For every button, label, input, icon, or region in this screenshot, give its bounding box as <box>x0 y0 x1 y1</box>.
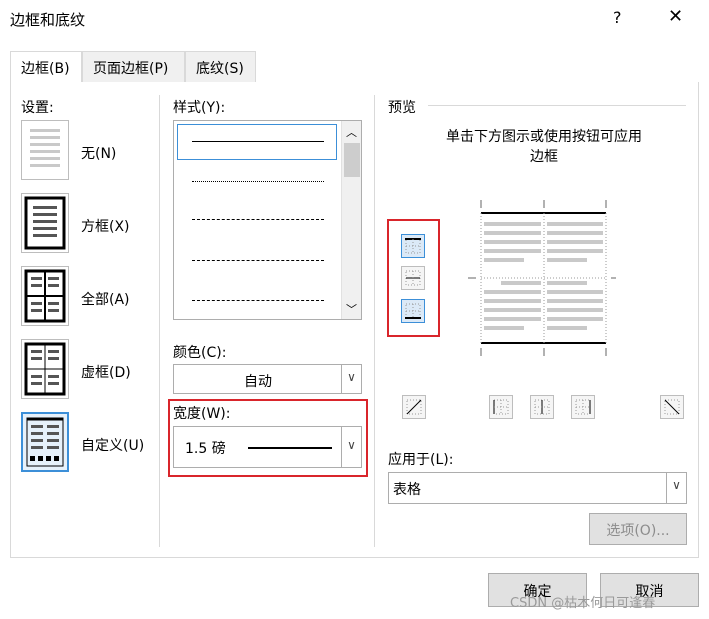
style-scrollbar[interactable]: ︿ ﹀ <box>341 121 361 319</box>
preview-table-icon <box>468 200 619 356</box>
top-border-icon[interactable] <box>401 234 425 258</box>
box-preview-icon <box>24 196 66 250</box>
style-label: 样式(Y): <box>173 100 226 116</box>
watermark: CSDN @枯木何日可逢春 <box>510 596 656 611</box>
apply-to-label: 应用于(L): <box>388 452 454 468</box>
setting-grid-icon[interactable] <box>21 339 69 399</box>
style-solid-line[interactable] <box>192 141 324 142</box>
left-border-icon[interactable] <box>489 395 513 419</box>
preview-heading: 预览 <box>388 100 416 116</box>
color-value: 自动 <box>244 374 272 390</box>
close-button[interactable]: ✕ <box>668 6 683 27</box>
color-dropdown[interactable]: 自动 ∨ <box>173 364 362 394</box>
help-button[interactable]: ? <box>613 8 622 27</box>
apply-to-dropdown[interactable]: 表格 ∨ <box>388 472 687 504</box>
setting-grid-label[interactable]: 虚框(D) <box>81 362 131 382</box>
apply-to-value: 表格 <box>393 482 421 498</box>
width-label: 宽度(W): <box>173 406 231 422</box>
dialog-title: 边框和底纹 <box>10 11 86 29</box>
color-label: 颜色(C): <box>173 345 227 361</box>
setting-all-label[interactable]: 全部(A) <box>81 289 130 309</box>
chevron-down-icon[interactable]: ∨ <box>666 473 686 503</box>
style-dash-dot-line[interactable] <box>192 300 324 301</box>
separator-left <box>159 95 160 547</box>
setting-custom-icon[interactable] <box>21 412 69 472</box>
width-dropdown[interactable]: 1.5 磅 ∨ <box>173 426 362 468</box>
bottom-border-icon[interactable] <box>401 299 425 323</box>
width-value: 1.5 磅 <box>185 441 226 457</box>
tab-shading-label: 底纹(S) <box>196 61 244 77</box>
style-dashed-small-line[interactable] <box>192 219 324 220</box>
preview-hint: 单击下方图示或使用按钮可应用边框 <box>446 129 642 165</box>
title-bar <box>0 0 709 40</box>
width-line-sample <box>248 447 332 449</box>
separator-right <box>374 95 375 547</box>
style-selected-item[interactable] <box>177 124 337 160</box>
diagonal-down-border-icon[interactable] <box>660 395 684 419</box>
style-listbox[interactable]: ︿ ﹀ <box>173 120 362 320</box>
chevron-down-icon[interactable]: ∨ <box>341 427 361 467</box>
custom-preview-icon <box>26 417 64 467</box>
tab-page-borders-label: 页面边框(P) <box>93 61 169 77</box>
tab-borders-label: 边框(B) <box>21 61 70 77</box>
grid-preview-icon <box>24 342 66 396</box>
right-border-icon[interactable] <box>571 395 595 419</box>
none-preview-icon <box>30 129 60 167</box>
setting-box-label[interactable]: 方框(X) <box>81 216 130 236</box>
tab-borders[interactable]: 边框(B) <box>10 51 82 84</box>
style-dashed-line[interactable] <box>192 260 324 261</box>
chevron-down-icon[interactable]: ∨ <box>341 365 361 393</box>
setting-custom-label[interactable]: 自定义(U) <box>81 435 144 455</box>
tab-page-borders[interactable]: 页面边框(P) <box>82 51 185 83</box>
style-dotted-line[interactable] <box>192 181 324 182</box>
tab-shading[interactable]: 底纹(S) <box>185 51 256 83</box>
inside-vertical-border-icon[interactable] <box>530 395 554 419</box>
setting-box-icon[interactable] <box>21 193 69 253</box>
scroll-up-icon[interactable]: ︿ <box>346 124 357 140</box>
diagonal-up-border-icon[interactable] <box>402 395 426 419</box>
scroll-thumb[interactable] <box>344 143 360 177</box>
setting-none-icon[interactable] <box>21 120 69 180</box>
setting-all-icon[interactable] <box>21 266 69 326</box>
scroll-down-icon[interactable]: ﹀ <box>346 301 357 317</box>
all-preview-icon <box>24 269 66 323</box>
border-preview-area[interactable] <box>466 198 619 360</box>
inside-horizontal-border-icon[interactable] <box>401 266 425 290</box>
options-button[interactable]: 选项(O)... <box>589 513 687 545</box>
setting-none-label[interactable]: 无(N) <box>81 143 116 163</box>
preview-heading-rule <box>428 105 686 106</box>
settings-heading: 设置: <box>21 100 54 116</box>
